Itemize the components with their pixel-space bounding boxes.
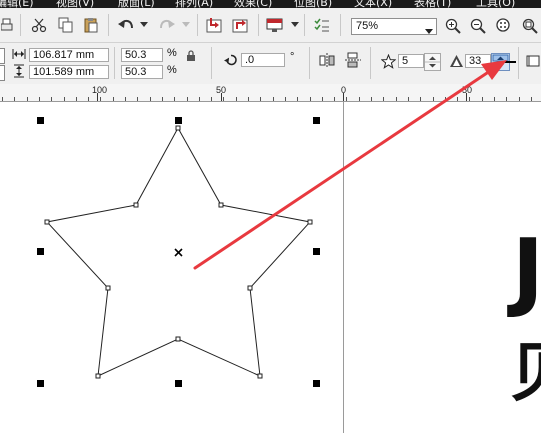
menu-text[interactable]: 文本(X)	[354, 0, 392, 8]
menu-bar: 编辑(E) 视图(V) 版面(L) 排列(A) 效果(C) 位图(B) 文本(X…	[0, 0, 541, 8]
export-icon[interactable]	[231, 16, 251, 34]
redo-dropdown-icon[interactable]	[181, 20, 191, 30]
star-sharpness-icon	[448, 53, 464, 69]
chevron-down-icon[interactable]	[425, 24, 433, 37]
print-icon[interactable]	[0, 17, 14, 33]
scale-y-input[interactable]: 50.3	[121, 65, 163, 79]
star-points-input[interactable]: 5	[398, 54, 424, 68]
ruler-label: 0	[341, 85, 347, 95]
undo-icon[interactable]	[116, 16, 136, 34]
menu-table[interactable]: 表格(T)	[414, 0, 451, 8]
star-points-icon	[380, 53, 396, 69]
object-height-icon	[12, 64, 26, 78]
menu-arrange[interactable]: 排列(A)	[175, 0, 213, 8]
cursor-indicator	[504, 61, 516, 63]
separator	[340, 14, 341, 36]
menu-effects[interactable]: 效果(C)	[234, 0, 272, 8]
lock-ratio-icon[interactable]	[184, 49, 198, 63]
zoom-level-select[interactable]: 75%	[351, 18, 437, 35]
partial-subheading-text: 贝	[510, 342, 541, 406]
redo-icon[interactable]	[157, 16, 177, 34]
copy-icon[interactable]	[57, 17, 75, 33]
selection-handle-top-center[interactable]	[175, 117, 182, 124]
publish-dropdown-icon[interactable]	[290, 20, 300, 30]
mirror-vertical-icon[interactable]	[344, 52, 362, 68]
zoom-to-page-icon[interactable]	[521, 17, 538, 34]
separator	[304, 14, 305, 36]
partial-heading-text: J	[512, 221, 541, 321]
menu-edit[interactable]: 编辑(E)	[0, 0, 34, 8]
selection-handle-bottom-left[interactable]	[37, 380, 44, 387]
separator	[211, 47, 212, 79]
object-width-input[interactable]: 106.817 mm	[29, 48, 109, 62]
ruler-label: 50	[462, 85, 473, 95]
undo-dropdown-icon[interactable]	[139, 20, 149, 30]
ruler-label: 100	[92, 85, 108, 95]
mirror-horizontal-icon[interactable]	[318, 52, 336, 68]
property-bar: 106.817 mm 101.589 mm 50.3 % 50.3 % .0 °…	[0, 43, 541, 85]
star-points-spinner[interactable]	[424, 53, 441, 71]
ruler-label: 50	[216, 85, 227, 95]
rotation-degree-unit: °	[290, 51, 295, 63]
scale-x-input[interactable]: 50.3	[121, 48, 163, 62]
rotation-angle-input[interactable]: .0	[241, 53, 285, 67]
selection-handle-top-right[interactable]	[313, 117, 320, 124]
zoom-to-selected-icon[interactable]	[495, 17, 512, 34]
zoom-out-icon[interactable]	[469, 17, 486, 34]
application-launcher-icon[interactable]	[312, 16, 332, 34]
separator	[108, 14, 109, 36]
separator	[197, 14, 198, 36]
separator	[309, 47, 310, 79]
selection-handle-bottom-right[interactable]	[313, 380, 320, 387]
star-shape[interactable]	[0, 102, 541, 433]
menu-tools[interactable]: 工具(O)	[476, 0, 515, 8]
cut-icon[interactable]	[30, 17, 48, 33]
selection-handle-bottom-center[interactable]	[175, 380, 182, 387]
ruler-ticks	[2, 93, 532, 101]
selection-handle-middle-left[interactable]	[37, 248, 44, 255]
separator	[20, 14, 21, 36]
separator	[370, 47, 371, 79]
selection-handle-middle-right[interactable]	[313, 248, 320, 255]
object-height-input[interactable]: 101.589 mm	[29, 65, 109, 79]
zoom-in-icon[interactable]	[444, 17, 461, 34]
rotation-icon	[223, 52, 239, 68]
drawing-canvas[interactable]: J 贝	[0, 102, 541, 433]
outline-width-icon[interactable]	[525, 53, 541, 69]
scale-y-unit: %	[167, 64, 177, 76]
horizontal-ruler[interactable]: 100 50 0 50	[0, 84, 541, 102]
menu-bitmaps[interactable]: 位图(B)	[294, 0, 332, 8]
object-width-icon	[12, 47, 26, 61]
position-field-edge[interactable]	[0, 65, 5, 81]
star-sharpness-input[interactable]: 33	[465, 54, 491, 68]
standard-toolbar: 75%	[0, 8, 541, 43]
position-field-edge[interactable]	[0, 48, 5, 64]
scale-x-unit: %	[167, 47, 177, 59]
separator	[114, 47, 115, 79]
menu-view[interactable]: 视图(V)	[56, 0, 94, 8]
center-mark-icon[interactable]	[173, 247, 185, 259]
separator	[518, 47, 519, 79]
separator	[258, 14, 259, 36]
publish-icon[interactable]	[265, 16, 285, 34]
menu-layout[interactable]: 版面(L)	[118, 0, 155, 8]
import-icon[interactable]	[205, 16, 225, 34]
zoom-level-value: 75%	[356, 20, 379, 32]
selection-handle-top-left[interactable]	[37, 117, 44, 124]
paste-icon[interactable]	[82, 17, 100, 33]
